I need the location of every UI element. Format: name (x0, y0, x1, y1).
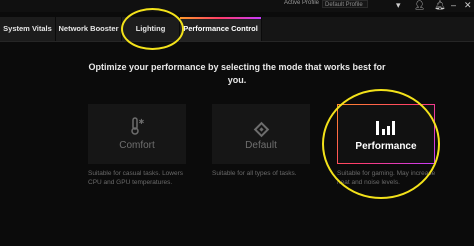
profile-dropdown-value: Default Profile (325, 2, 363, 8)
mode-card-default[interactable]: Default (212, 104, 310, 164)
mode-description-default: Suitable for all types of tasks. (212, 170, 297, 177)
tab-bar: System Vitals Network Booster Lighting P… (0, 17, 474, 42)
mode-description-comfort: Suitable for casual tasks. Lowers CPU an… (88, 170, 184, 186)
tab-label: Network Booster (58, 24, 119, 33)
tab-network-booster[interactable]: Network Booster (56, 17, 122, 41)
profile-dropdown[interactable]: Default Profile (322, 0, 368, 8)
svg-text:✱: ✱ (139, 118, 145, 126)
mode-label: Comfort (119, 140, 155, 151)
bell-icon[interactable]: 🔔︎ (434, 0, 445, 10)
mode-label: Default (245, 140, 277, 151)
title-bar: Active Profile Default Profile ▾ 👤︎ 🔔︎ –… (0, 0, 474, 12)
chevron-down-icon[interactable]: ▾ (396, 0, 401, 10)
tab-label: Lighting (135, 24, 166, 33)
page-heading: Optimize your performance by selecting t… (88, 62, 386, 85)
mode-description-performance: Suitable for gaming. May increase heat a… (337, 170, 436, 186)
mode-card-comfort[interactable]: ✱ Comfort (88, 104, 186, 164)
tab-label: Performance Control (183, 24, 258, 33)
tab-performance-control[interactable]: Performance Control (180, 17, 262, 41)
thermometer-snowflake-icon: ✱ (88, 116, 186, 141)
user-icon[interactable]: 👤︎ (414, 0, 425, 10)
mode-label: Performance (355, 141, 417, 152)
tab-system-vitals[interactable]: System Vitals (0, 17, 56, 41)
diamond-icon (212, 121, 310, 140)
tab-label: System Vitals (3, 24, 52, 33)
minimize-icon[interactable]: – (451, 0, 456, 10)
active-profile-label: Active Profile (284, 0, 320, 6)
performance-bars-icon (338, 119, 434, 140)
tab-lighting[interactable]: Lighting (122, 17, 180, 41)
app-window: Active Profile Default Profile ▾ 👤︎ 🔔︎ –… (0, 0, 474, 246)
mode-card-performance[interactable]: Performance (337, 104, 435, 164)
close-icon[interactable]: ✕ (464, 0, 472, 10)
